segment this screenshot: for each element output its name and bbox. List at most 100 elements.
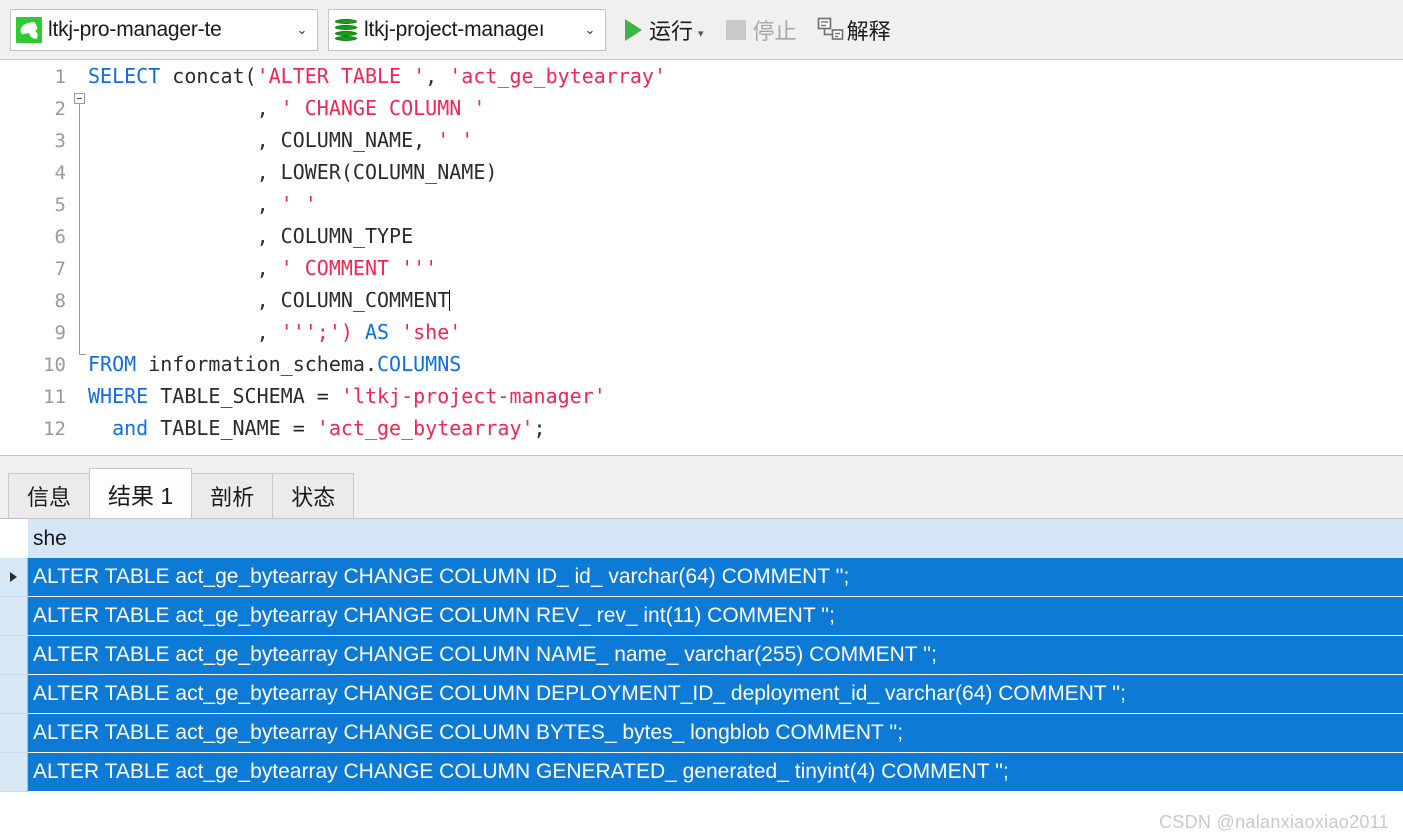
sql-text: , bbox=[425, 64, 450, 88]
sql-keyword: COLUMNS bbox=[377, 352, 462, 376]
sql-keyword: SELECT bbox=[88, 64, 161, 88]
editor-line[interactable]: 1 SELECT concat('ALTER TABLE ', 'act_ge_b… bbox=[0, 60, 1403, 136]
line-number: 8 bbox=[54, 290, 66, 312]
table-cell[interactable]: ALTER TABLE act_ge_bytearray CHANGE COLU… bbox=[28, 558, 1403, 597]
sql-string-literal: ' ' bbox=[437, 128, 474, 152]
row-selector[interactable] bbox=[0, 597, 28, 636]
fold-collapse-icon[interactable] bbox=[74, 93, 85, 104]
sql-keyword: FROM bbox=[88, 352, 137, 376]
sql-string-literal: ' ' bbox=[280, 192, 317, 216]
result-tab-label: 结果 1 bbox=[108, 482, 174, 509]
editor-line-text: , ' CHANGE COLUMN ' bbox=[88, 92, 1403, 124]
editor-line[interactable]: 3 , COLUMN_NAME, ' ' bbox=[0, 124, 1403, 179]
row-selector[interactable] bbox=[0, 753, 28, 792]
sql-text: TABLE_SCHEMA = bbox=[148, 384, 341, 408]
editor-line[interactable]: 4 , LOWER(COLUMN_NAME) bbox=[0, 156, 1403, 211]
editor-line-text: , COLUMN_TYPE bbox=[88, 220, 1403, 252]
sql-string-literal: 'ltkj-project-manager' bbox=[340, 384, 606, 408]
result-tab[interactable]: 信息 bbox=[8, 473, 91, 518]
explain-button[interactable]: 解释 bbox=[812, 8, 896, 52]
result-tab[interactable]: 剖析 bbox=[191, 473, 274, 518]
line-number: 5 bbox=[54, 194, 66, 216]
column-header[interactable]: she bbox=[28, 519, 1403, 558]
database-selector-label: ltkj-project-manageı bbox=[364, 17, 545, 41]
sql-text: , LOWER(COLUMN_NAME) bbox=[88, 160, 498, 184]
fold-line bbox=[79, 115, 80, 147]
table-row[interactable]: ALTER TABLE act_ge_bytearray CHANGE COLU… bbox=[0, 597, 1403, 636]
line-number: 3 bbox=[54, 130, 66, 152]
grid-corner-cell bbox=[0, 519, 28, 558]
editor-line[interactable]: 6 , COLUMN_TYPE bbox=[0, 220, 1403, 275]
fold-end-icon bbox=[79, 339, 86, 355]
editor-line-text: , COLUMN_COMMENT bbox=[88, 284, 1403, 316]
line-number: 12 bbox=[43, 418, 66, 440]
editor-line-text: and TABLE_NAME = 'act_ge_bytearray'; bbox=[88, 412, 1403, 444]
editor-line[interactable]: 10 FROM information_schema.COLUMNS bbox=[0, 348, 1403, 380]
database-selector[interactable]: ltkj-project-manageı ⌄ bbox=[328, 8, 606, 51]
explain-plan-icon bbox=[817, 17, 845, 43]
editor-line[interactable]: 12 and TABLE_NAME = 'act_ge_bytearray'; bbox=[0, 412, 1403, 444]
editor-line[interactable]: 2 , ' CHANGE COLUMN ' bbox=[0, 92, 1403, 147]
stop-square-icon bbox=[725, 19, 746, 40]
run-button[interactable]: 运行 ▾ bbox=[620, 8, 709, 52]
editor-line-text: , COLUMN_NAME, ' ' bbox=[88, 124, 1403, 156]
sql-text: concat( bbox=[160, 64, 257, 88]
connection-selector[interactable]: ltkj-pro-manager-te ⌄ bbox=[10, 8, 318, 51]
editor-line[interactable]: 11 WHERE TABLE_SCHEMA = 'ltkj-project-man… bbox=[0, 380, 1403, 412]
row-selector[interactable] bbox=[0, 558, 28, 597]
result-tab[interactable]: 结果 1 bbox=[89, 468, 193, 518]
table-cell[interactable]: ALTER TABLE act_ge_bytearray CHANGE COLU… bbox=[28, 714, 1403, 753]
editor-line[interactable]: 9 , ''';') AS 'she' bbox=[0, 316, 1403, 355]
line-number: 7 bbox=[54, 258, 66, 280]
table-row[interactable]: ALTER TABLE act_ge_bytearray CHANGE COLU… bbox=[0, 558, 1403, 597]
chevron-down-icon[interactable]: ⌄ bbox=[291, 22, 313, 38]
sql-string-literal: 'act_ge_bytearray' bbox=[316, 416, 534, 440]
fold-line bbox=[79, 211, 80, 243]
row-selector[interactable] bbox=[0, 636, 28, 675]
table-row[interactable]: ALTER TABLE act_ge_bytearray CHANGE COLU… bbox=[0, 753, 1403, 792]
result-tab-label: 状态 bbox=[291, 485, 336, 510]
table-cell[interactable]: ALTER TABLE act_ge_bytearray CHANGE COLU… bbox=[28, 753, 1403, 792]
editor-line-text: , ' COMMENT ''' bbox=[88, 252, 1403, 284]
table-row[interactable]: ALTER TABLE act_ge_bytearray CHANGE COLU… bbox=[0, 714, 1403, 753]
sql-string-literal: 'act_ge_bytearray' bbox=[449, 64, 666, 88]
sql-text: , COLUMN_COMMENT bbox=[88, 288, 450, 312]
fold-line bbox=[79, 179, 80, 211]
line-number: 1 bbox=[54, 66, 66, 88]
mysql-dolphin-icon bbox=[16, 16, 42, 43]
editor-line-text: , ' ' bbox=[88, 188, 1403, 220]
line-number: 6 bbox=[54, 226, 66, 248]
editor-line[interactable]: 7 , ' COMMENT ''' bbox=[0, 252, 1403, 307]
editor-line-text: SELECT concat('ALTER TABLE ', 'act_ge_by… bbox=[88, 60, 1403, 92]
stop-button[interactable]: 停止 bbox=[721, 8, 802, 52]
chevron-down-icon[interactable]: ⌄ bbox=[579, 22, 601, 38]
table-cell[interactable]: ALTER TABLE act_ge_bytearray CHANGE COLU… bbox=[28, 597, 1403, 636]
sql-keyword: and bbox=[112, 416, 149, 440]
main-toolbar: ltkj-pro-manager-te ⌄ ltkj-project-manag… bbox=[0, 0, 1403, 60]
run-button-label: 运行 bbox=[649, 18, 694, 44]
fold-line bbox=[79, 147, 80, 179]
connection-selector-label: ltkj-pro-manager-te bbox=[48, 17, 222, 41]
sql-keyword: AS bbox=[364, 320, 390, 344]
editor-line[interactable]: 8 , COLUMN_COMMENT bbox=[0, 284, 1403, 339]
database-cylinder-icon bbox=[334, 17, 358, 43]
table-row[interactable]: ALTER TABLE act_ge_bytearray CHANGE COLU… bbox=[0, 636, 1403, 675]
run-dropdown-caret-icon[interactable]: ▾ bbox=[698, 27, 704, 52]
table-cell[interactable]: ALTER TABLE act_ge_bytearray CHANGE COLU… bbox=[28, 636, 1403, 675]
result-grid[interactable]: she ALTER TABLE act_ge_bytearray CHANGE C… bbox=[0, 518, 1403, 839]
table-cell[interactable]: ALTER TABLE act_ge_bytearray CHANGE COLU… bbox=[28, 675, 1403, 714]
grid-header-row: she bbox=[0, 519, 1403, 558]
row-selector[interactable] bbox=[0, 714, 28, 753]
table-row[interactable]: ALTER TABLE act_ge_bytearray CHANGE COLU… bbox=[0, 675, 1403, 714]
fold-line bbox=[79, 243, 80, 275]
line-number: 10 bbox=[43, 354, 66, 376]
row-selector[interactable] bbox=[0, 675, 28, 714]
sql-string-literal: ''';') bbox=[280, 320, 353, 344]
editor-line[interactable]: 5 , ' ' bbox=[0, 188, 1403, 243]
result-tab[interactable]: 状态 bbox=[272, 473, 355, 518]
sql-string-literal: 'ALTER TABLE ' bbox=[256, 64, 426, 88]
sql-string-literal: ' CHANGE COLUMN ' bbox=[280, 96, 486, 120]
sql-editor[interactable]: 1 SELECT concat('ALTER TABLE ', 'act_ge_b… bbox=[0, 60, 1403, 455]
